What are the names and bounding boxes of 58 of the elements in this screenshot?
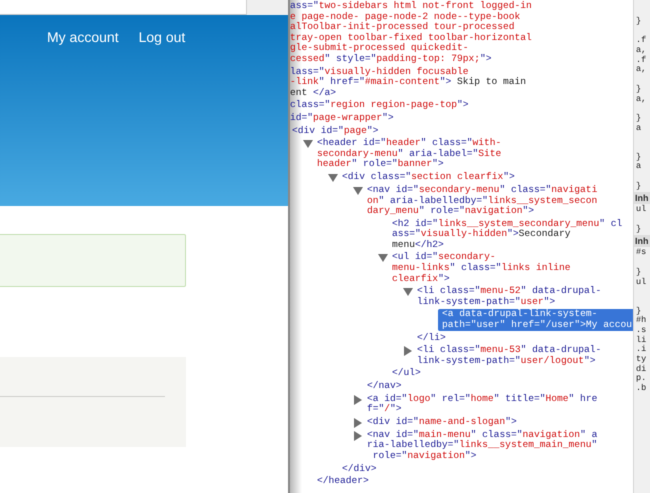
css-rule-text: #s [636,248,648,258]
css-rule-text: a [636,162,642,172]
css-rule-text: } [636,84,642,94]
closing-tag: </ul> [388,368,421,379]
closing-tag: </div> [338,464,377,474]
dom-node[interactable]: id="page-wrapper"> [290,112,633,125]
dom-node[interactable]: <div class="section clearfix"> [338,172,633,183]
caret-right-icon[interactable] [353,430,363,441]
caret-down-icon[interactable] [353,186,363,196]
dom-node[interactable]: <h2 id="links__system_secondary_menu" cl ass="visually-hidden">Secondary menu</h2> [388,218,633,250]
css-rule-text: } [636,306,642,316]
caret-right-icon[interactable] [403,346,413,356]
dom-node[interactable]: class="region region-page-top"> [290,99,633,112]
header-link[interactable]: Log out [138,28,186,46]
dom-node[interactable]: <div id="name-and-slogan"> [363,416,633,428]
closing-tag: </header> [313,476,369,487]
caret-down-icon[interactable] [378,253,388,264]
css-rule-text: .b [636,384,648,394]
dom-node[interactable]: <a id="logo" rel="home" title="Home" hre f="/"> [363,394,633,415]
css-rule-text: a [636,124,642,134]
css-rule-text: a, [636,46,648,56]
css-rule-text: .f [636,56,648,66]
dom-node[interactable]: <div id="page"> [290,126,633,136]
css-rule-text: p. [636,374,648,384]
css-rule-text: a, [636,65,648,76]
css-rule-text: ul [636,278,648,288]
caret-down-icon[interactable] [303,139,313,150]
css-rule-text: .f [636,36,648,46]
dom-node[interactable]: <li class="menu-53" data-drupal- link-system-path="user/logout"> [413,345,633,366]
dom-node[interactable]: <nav id="secondary-menu" class="navigati on" aria-labelledby="links__system_secon dary_menu" role="navigation"> [363,184,633,217]
css-rule-text: } [636,17,642,27]
caret-down-icon[interactable] [328,172,338,183]
caret-right-icon[interactable] [353,418,363,428]
caret-down-icon[interactable] [403,287,413,298]
css-rule-text: li [636,336,648,345]
css-rule-text: #h [636,316,648,326]
dom-node[interactable]: <a data-drupal-link-system- path="user" href="/user">My accou [438,309,633,331]
css-rule-text: a, [636,94,648,104]
dom-node[interactable]: <li class="menu-52" data-drupal- link-system-path="user"> [413,286,633,308]
closing-tag: </nav> [363,381,402,392]
css-rule-text: } [636,224,642,234]
css-rule-text: .i [636,345,648,355]
css-rule-text: ul [636,205,648,216]
closing-tag: </li> [413,332,446,344]
css-rule-text: } [636,182,642,192]
dom-node[interactable]: <header id="header" class="with- secondary-menu" aria-label="Site header" role="banner"> [313,138,633,170]
inherited-section-header: Inh [634,235,650,248]
css-rule-text: } [636,114,642,124]
css-rule-text: } [636,152,642,162]
caret-right-icon[interactable] [353,394,363,405]
css-rule-text: ty [636,355,648,364]
css-rule-text: } [636,268,642,278]
css-rule-text: di [636,364,648,374]
header-link[interactable]: My account [47,28,119,46]
inherited-section-header: Inh [634,192,650,204]
dom-node[interactable]: <nav id="main-menu" class="navigation" a ria-labelledby="links__system_main_menu" role="navigation"> [363,430,633,462]
css-rule-text: .s [636,326,648,336]
dom-node[interactable]: <ul id="secondary- menu-links" class="links inline clearfix"> [388,252,633,284]
